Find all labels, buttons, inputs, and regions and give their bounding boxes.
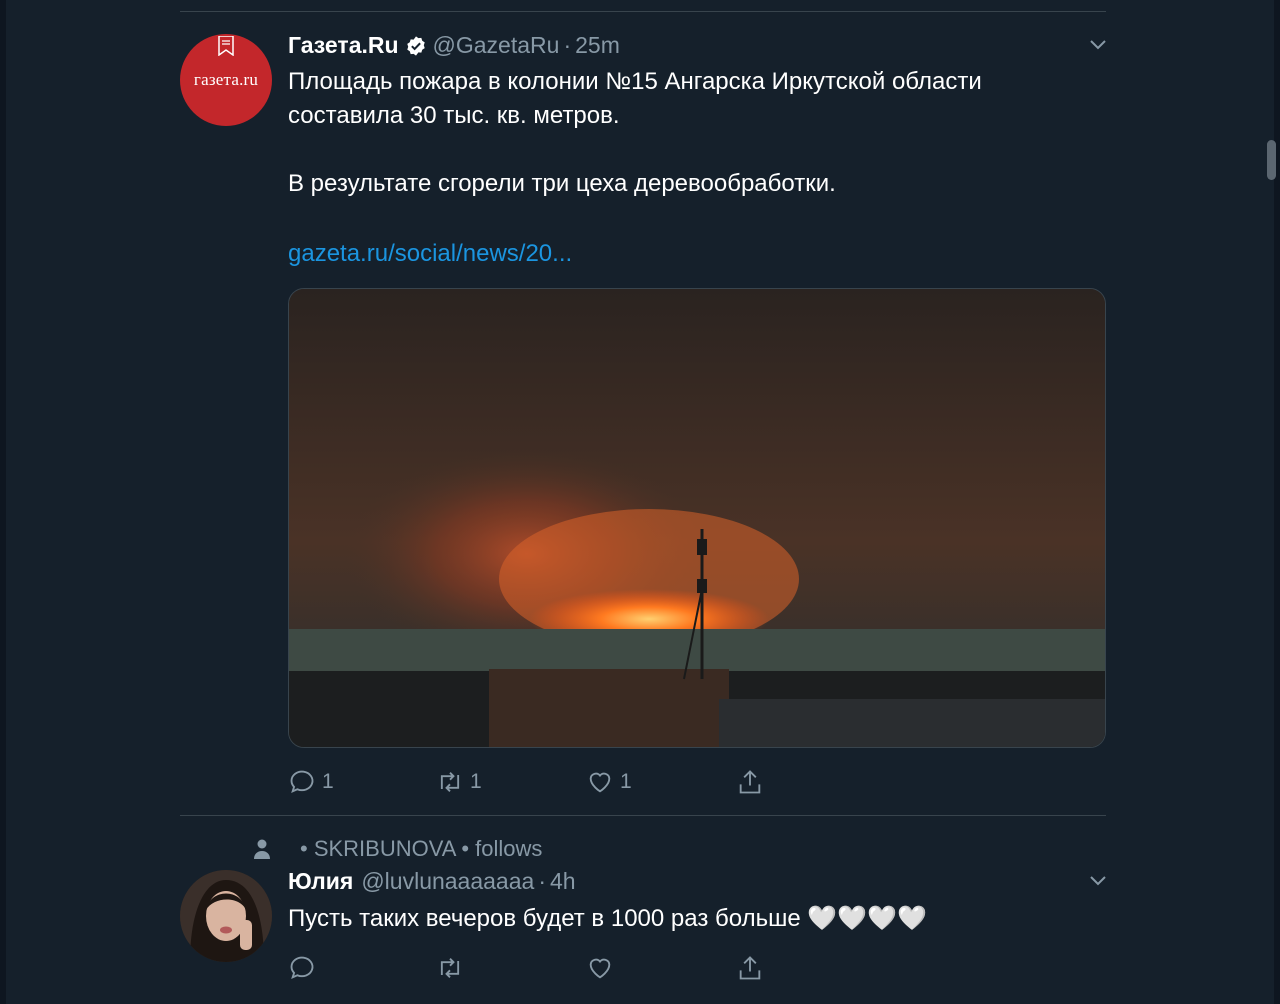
retweet-icon <box>440 772 460 792</box>
author-handle[interactable]: @GazetaRu <box>433 32 560 59</box>
share-button[interactable] <box>736 954 764 982</box>
heart-icon <box>589 958 611 979</box>
retweet-button[interactable]: 1 <box>436 768 482 796</box>
social-context-text[interactable]: • SKRIBUNOVA • follows <box>300 836 542 862</box>
retweet-icon <box>440 958 460 978</box>
avatar[interactable] <box>180 870 272 962</box>
tweet-julia[interactable]: • SKRIBUNOVA • follows Юлия @luvlunaaaaa… <box>180 816 1106 1004</box>
reply-button[interactable]: 1 <box>288 768 334 796</box>
author-handle[interactable]: @luvlunaaaaaaa <box>361 868 534 895</box>
tweet-time[interactable]: 4h <box>550 868 576 895</box>
scrollbar-thumb[interactable] <box>1267 140 1276 180</box>
reply-button[interactable] <box>288 954 322 982</box>
reply-count: 1 <box>322 770 334 793</box>
author-name[interactable]: Юлия <box>288 868 353 895</box>
user-photo <box>180 870 272 962</box>
retweet-button[interactable] <box>436 954 470 982</box>
verified-badge-icon <box>406 35 425 56</box>
tweet-gazeta[interactable]: газета.ru Газета.Ru @GazetaRu · 25m Площ… <box>180 0 1106 815</box>
window-edge-left <box>0 0 6 1004</box>
tweet-text: Площадь пожара в колонии №15 Ангарска Ир… <box>288 68 982 197</box>
like-button[interactable]: 1 <box>586 768 632 796</box>
tweet-link[interactable]: gazeta.ru/social/news/20... <box>288 240 572 268</box>
share-button[interactable] <box>736 768 764 796</box>
header-separator: · <box>538 868 546 894</box>
like-button[interactable] <box>586 954 620 982</box>
tweet-time[interactable]: 25m <box>575 32 620 59</box>
fire-photo <box>289 289 1105 747</box>
header-separator: · <box>563 32 572 58</box>
chevron-down-icon[interactable] <box>1090 40 1106 50</box>
chevron-down-icon[interactable] <box>1090 876 1106 886</box>
share-icon <box>739 956 761 980</box>
tweet-actions <box>288 954 788 984</box>
social-context: • SKRIBUNOVA • follows <box>252 836 542 862</box>
tweet-media-image[interactable] <box>288 288 1106 748</box>
tweet-header: Юлия @luvlunaaaaaaa · 4h <box>288 868 576 895</box>
bookmark-icon <box>218 36 234 56</box>
share-icon <box>739 770 761 794</box>
reply-icon <box>290 956 314 980</box>
heart-icon <box>589 772 611 793</box>
timeline: газета.ru Газета.Ru @GazetaRu · 25m Площ… <box>180 0 1106 1004</box>
author-name[interactable]: Газета.Ru <box>288 32 399 59</box>
reply-icon <box>290 770 314 794</box>
avatar[interactable]: газета.ru <box>180 34 272 126</box>
person-icon <box>254 839 270 859</box>
tweet-header: Газета.Ru @GazetaRu · 25m <box>288 32 620 59</box>
avatar-logo-text: газета.ru <box>193 70 259 89</box>
tweet-text: Пусть таких вечеров будет в 1000 раз бол… <box>288 905 927 932</box>
retweet-count: 1 <box>470 770 482 793</box>
tweet-actions: 1 1 1 <box>288 768 788 798</box>
like-count: 1 <box>620 770 632 793</box>
